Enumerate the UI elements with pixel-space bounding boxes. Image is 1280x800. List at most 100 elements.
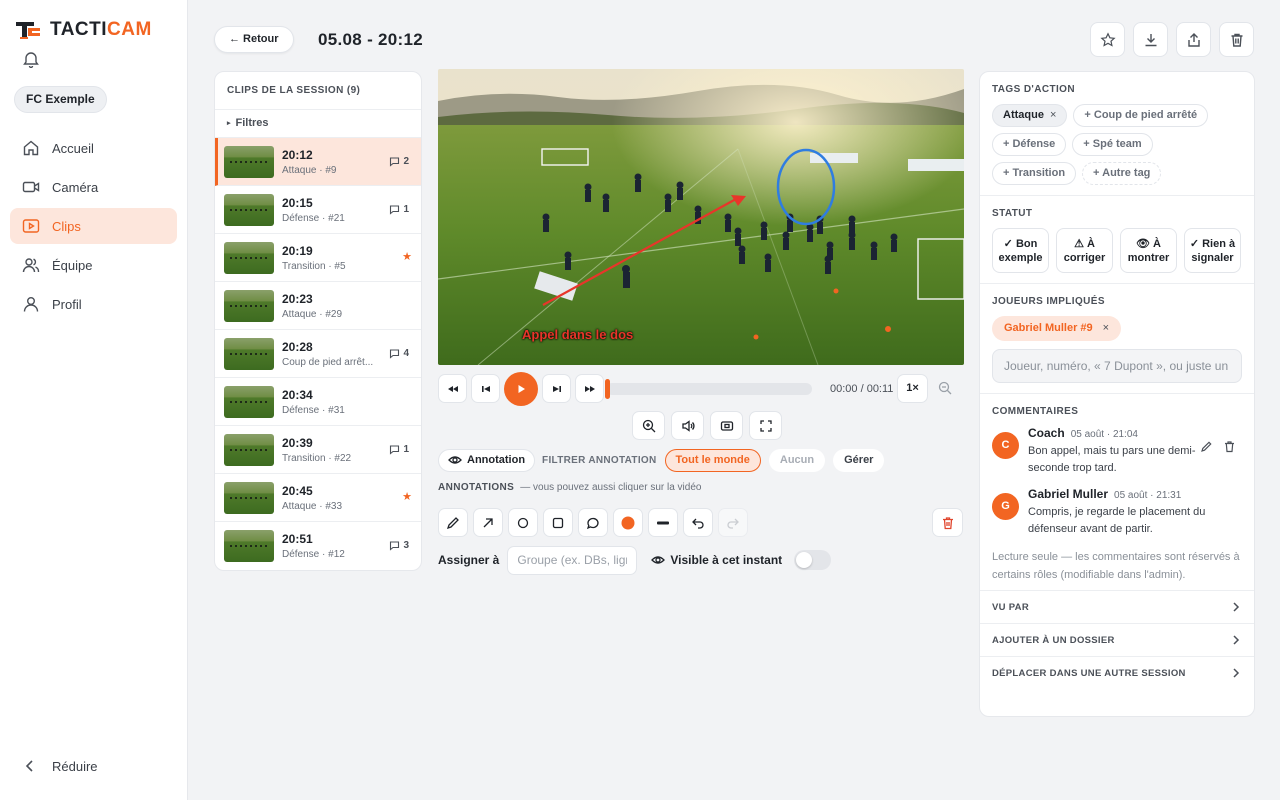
edit-icon[interactable] xyxy=(1200,440,1213,453)
nav-label: Profil xyxy=(52,296,82,312)
readonly-notice: Lecture seule — les commentaires sont ré… xyxy=(992,551,1240,581)
nav-label: Caméra xyxy=(52,179,99,195)
annotation-toggle[interactable]: Annotation xyxy=(438,448,536,472)
play-button[interactable] xyxy=(504,372,538,406)
nav-item-equipe[interactable]: Équipe xyxy=(10,247,177,283)
visible-now-toggle[interactable] xyxy=(794,550,832,570)
status-rien-a-signaler[interactable]: ✓ Rien à signaler xyxy=(1184,228,1241,273)
favorite-button[interactable] xyxy=(1090,22,1125,57)
add-to-folder-row[interactable]: AJOUTER À UN DOSSIER xyxy=(980,623,1254,656)
undo-button[interactable] xyxy=(683,508,713,537)
nav-label: Équipe xyxy=(52,257,93,273)
redo-icon xyxy=(727,518,739,529)
clip-row[interactable]: 20:39 Transition · #22 1 xyxy=(215,426,421,474)
video-timeline[interactable] xyxy=(605,379,812,399)
filters-label: Filtres xyxy=(235,117,269,129)
timeline-playhead[interactable] xyxy=(605,379,610,399)
clear-annotations-button[interactable] xyxy=(932,508,963,537)
clip-thumbnail xyxy=(224,433,274,466)
video-player[interactable]: Appel dans le dos xyxy=(438,69,964,365)
stroke-width-button[interactable] xyxy=(648,508,678,537)
rectangle-tool-button[interactable] xyxy=(543,508,573,537)
circle-tool-button[interactable] xyxy=(508,508,538,537)
tag-defense[interactable]: + Défense xyxy=(992,133,1067,156)
volume-button[interactable] xyxy=(671,411,704,440)
comment-count-badge: 2 xyxy=(389,156,409,167)
clip-time: 20:19 xyxy=(282,243,313,258)
player-search-input[interactable] xyxy=(992,349,1242,383)
line-weight-icon xyxy=(657,521,669,524)
share-button[interactable] xyxy=(1176,22,1211,57)
assign-group-input[interactable] xyxy=(507,545,638,575)
delete-clip-button[interactable] xyxy=(1219,22,1254,57)
status-bon-exemple[interactable]: ✓ Bon exemple xyxy=(992,228,1049,273)
move-to-session-row[interactable]: DÉPLACER DANS UNE AUTRE SESSION xyxy=(980,656,1254,689)
status-line: ⚠ À xyxy=(1074,238,1095,250)
color-picker-button[interactable] xyxy=(613,508,643,537)
club-selector[interactable]: FC Exemple xyxy=(14,86,107,113)
clip-row[interactable]: 20:51 Défense · #12 3 xyxy=(215,522,421,570)
nav-item-profil[interactable]: Profil xyxy=(10,286,177,322)
zoom-out-icon[interactable] xyxy=(938,381,952,395)
clip-row[interactable]: 20:28 Coup de pied arrêt... 4 xyxy=(215,330,421,378)
filter-everyone-chip[interactable]: Tout le monde xyxy=(664,448,761,472)
remove-player-icon[interactable]: × xyxy=(1103,322,1109,334)
clip-row[interactable]: 20:23 Attaque · #29 xyxy=(215,282,421,330)
status-a-montrer[interactable]: 👁 À montrer xyxy=(1120,228,1177,273)
player-chip[interactable]: Gabriel Muller #9 × xyxy=(992,316,1122,341)
clip-subtitle: Défense · #31 xyxy=(282,404,345,416)
fast-forward-button[interactable] xyxy=(575,374,604,403)
comment-count-badge: 1 xyxy=(389,204,409,215)
comment-count-badge: 4 xyxy=(389,348,409,359)
back-button[interactable]: ← Retour xyxy=(214,26,294,53)
fullscreen-button[interactable] xyxy=(749,411,782,440)
seen-by-row[interactable]: VU PAR xyxy=(980,590,1254,623)
filter-none-chip[interactable]: Aucun xyxy=(768,448,826,472)
eye-icon xyxy=(651,556,666,564)
clip-row[interactable]: 20:15 Défense · #21 1 xyxy=(215,186,421,234)
filters-toggle[interactable]: ▸ Filtres xyxy=(215,110,421,138)
nav-item-clips[interactable]: Clips xyxy=(10,208,177,244)
trash-icon[interactable] xyxy=(1223,440,1236,453)
comment-count-badge: 3 xyxy=(389,540,409,551)
video-transport: 00:00 / 00:11 1× xyxy=(438,371,964,407)
clip-row[interactable]: 20:12 Attaque · #9 2 xyxy=(215,138,421,186)
sidebar: TACTICAM FC Exemple Accueil Caméra Clips… xyxy=(0,0,188,800)
status-line: corriger xyxy=(1063,252,1106,264)
status-a-corriger[interactable]: ⚠ À corriger xyxy=(1056,228,1113,273)
playback-speed-button[interactable]: 1× xyxy=(897,374,928,403)
clip-row[interactable]: 20:19 Transition · #5 ★ xyxy=(215,234,421,282)
remove-tag-icon[interactable]: × xyxy=(1050,109,1056,121)
filter-manage-chip[interactable]: Gérer xyxy=(833,448,885,472)
comment-date: 05 août · 21:04 xyxy=(1070,429,1138,440)
circle-icon xyxy=(517,517,529,528)
notification-bell-icon[interactable] xyxy=(22,50,40,68)
volume-icon xyxy=(681,419,695,432)
collapse-sidebar-button[interactable]: Réduire xyxy=(22,758,98,774)
add-custom-tag[interactable]: + Autre tag xyxy=(1082,162,1162,185)
download-button[interactable] xyxy=(1133,22,1168,57)
brand-logo[interactable]: TACTICAM xyxy=(14,19,152,41)
previous-frame-button[interactable] xyxy=(471,374,500,403)
drawing-toolbar xyxy=(438,508,748,537)
color-swatch-icon xyxy=(621,516,635,529)
clip-row[interactable]: 20:34 Défense · #31 xyxy=(215,378,421,426)
redo-button[interactable] xyxy=(718,508,748,537)
nav-item-accueil[interactable]: Accueil xyxy=(10,130,177,166)
nav-item-camera[interactable]: Caméra xyxy=(10,169,177,205)
tag-coup-de-pied-arrete[interactable]: + Coup de pied arrêté xyxy=(1073,104,1209,127)
zoom-in-button[interactable] xyxy=(632,411,665,440)
collapse-label: Réduire xyxy=(52,758,98,774)
rewind-button[interactable] xyxy=(438,374,467,403)
comment: G Gabriel Muller 05 août · 21:31 Compris,… xyxy=(992,487,1242,538)
clip-row[interactable]: 20:45 Attaque · #33 ★ xyxy=(215,474,421,522)
tag-transition[interactable]: + Transition xyxy=(992,162,1077,185)
next-frame-button[interactable] xyxy=(542,374,571,403)
avatar: C xyxy=(992,432,1019,459)
pip-button[interactable] xyxy=(710,411,743,440)
pen-tool-button[interactable] xyxy=(438,508,468,537)
tag-spe-team[interactable]: + Spé team xyxy=(1072,133,1153,156)
arrow-tool-button[interactable] xyxy=(473,508,503,537)
text-bubble-tool-button[interactable] xyxy=(578,508,608,537)
tag-attaque[interactable]: Attaque × xyxy=(992,104,1068,127)
